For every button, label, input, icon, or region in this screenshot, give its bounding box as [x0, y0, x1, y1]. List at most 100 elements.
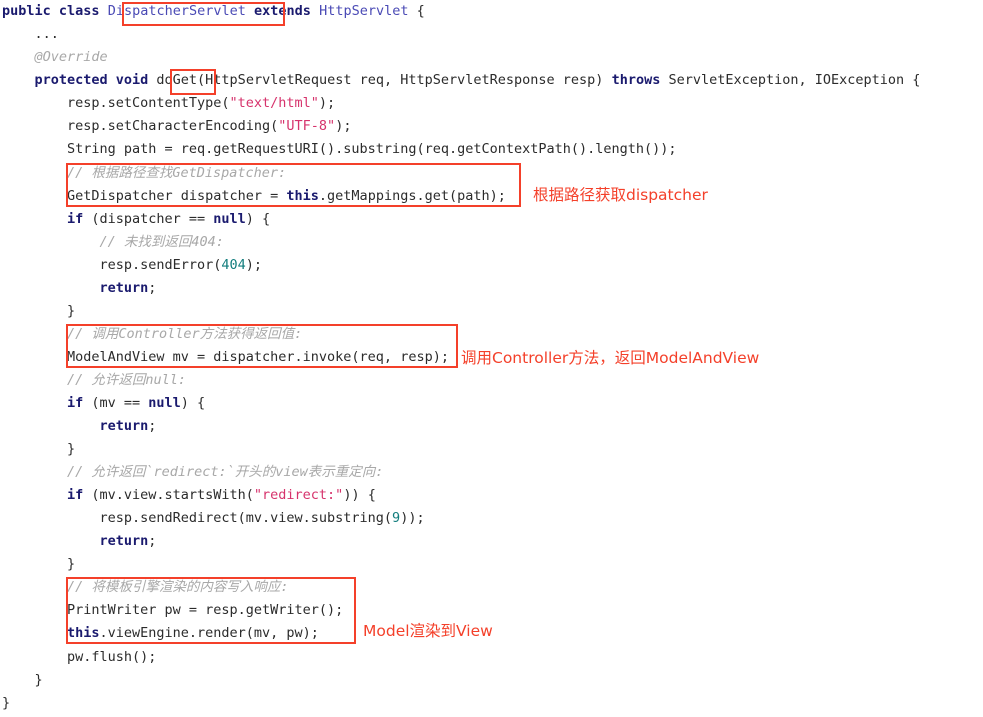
code-token-kw: null	[213, 211, 246, 227]
code-token-plain: resp.setContentType(	[66, 95, 230, 111]
code-line: String path = req.getRequestURI().substr…	[67, 142, 677, 157]
code-line: // 允许返回null:	[67, 373, 186, 388]
code-line: this.viewEngine.render(mv, pw);	[67, 626, 319, 641]
code-line: resp.sendRedirect(mv.view.substring(9));	[99, 511, 424, 526]
code-token-plain: ModelAndView mv = dispatcher.invoke(req,…	[66, 349, 449, 365]
code-token-plain: String path = req.getRequestURI().substr…	[66, 141, 677, 157]
code-token-str: "redirect:"	[253, 487, 344, 503]
code-token-cmt: // 将模板引擎渲染的内容写入响应:	[66, 579, 289, 595]
code-token-plain: }	[2, 695, 11, 711]
code-token-kw: return	[99, 533, 149, 549]
code-token-plain: .viewEngine.render(mv, pw);	[99, 625, 319, 641]
code-line: }	[67, 304, 75, 319]
code-listing: public class DispatcherServlet extends H…	[0, 0, 983, 717]
code-token-kw: throws	[611, 72, 661, 88]
code-token-plain: )) {	[343, 487, 376, 503]
code-token-plain: }	[34, 672, 43, 688]
code-token-cmt: // 根据路径查找GetDispatcher:	[66, 165, 287, 181]
code-line: resp.sendError(404);	[99, 258, 262, 273]
code-token-kw: public	[2, 3, 51, 19]
code-line: PrintWriter pw = resp.getWriter();	[67, 603, 343, 618]
code-token-plain: ) {	[180, 395, 206, 411]
code-token-kw: protected	[34, 72, 108, 88]
code-line: if (dispatcher == null) {	[67, 212, 270, 227]
code-line: return;	[99, 534, 156, 549]
annotation-call-controller: 调用Controller方法，返回ModelAndView	[461, 349, 760, 367]
code-token-plain: ));	[400, 510, 425, 526]
code-line: resp.setCharacterEncoding("UTF-8");	[67, 119, 352, 134]
code-token-plain: );	[245, 257, 263, 273]
code-token-plain: (mv ==	[83, 395, 149, 411]
code-token-num: 9	[392, 510, 401, 526]
code-token-kw: this	[66, 625, 100, 641]
code-line: resp.setContentType("text/html");	[67, 96, 335, 111]
code-line: pw.flush();	[67, 650, 156, 665]
code-token-plain: resp.setCharacterEncoding(	[66, 118, 279, 134]
code-line: }	[67, 442, 75, 457]
code-token-kw: return	[99, 418, 149, 434]
code-token-plain: }	[66, 556, 76, 572]
code-token-kw: null	[148, 395, 181, 411]
code-line: }	[2, 696, 10, 711]
code-token-cmt: // 未找到返回404:	[99, 234, 224, 250]
code-token-plain: );	[318, 95, 336, 111]
code-line: // 将模板引擎渲染的内容写入响应:	[67, 580, 289, 595]
code-token-plain: GetDispatcher dispatcher =	[66, 188, 287, 204]
code-token-plain: PrintWriter pw = resp.getWriter();	[66, 602, 344, 618]
code-token-plain: {	[408, 3, 425, 19]
code-token-plain: resp.sendRedirect(mv.view.substring(	[99, 510, 393, 526]
code-token-kw: if	[66, 487, 84, 503]
code-token-plain: }	[66, 303, 76, 319]
annotation-render-model-to-view: Model渲染到View	[363, 622, 493, 640]
code-line: return;	[99, 419, 156, 434]
annotation-get-dispatcher: 根据路径获取dispatcher	[533, 186, 708, 204]
code-token-plain: (dispatcher ==	[83, 211, 214, 227]
code-line: }	[34, 673, 42, 688]
code-token-kw: if	[66, 395, 84, 411]
code-line: // 调用Controller方法获得返回值:	[67, 327, 302, 342]
code-token-num: 404	[221, 257, 246, 273]
code-token-cmt: @Override	[34, 49, 108, 65]
code-token-kw: class	[58, 3, 100, 19]
code-token-cmt: // 允许返回`redirect:`开头的view表示重定向:	[66, 464, 384, 480]
code-token-str: "UTF-8"	[278, 118, 336, 134]
code-line: return;	[99, 281, 156, 296]
code-line: protected void doGet(HttpServletRequest …	[34, 73, 920, 88]
code-line: ...	[34, 27, 58, 42]
code-line: @Override	[34, 50, 107, 65]
code-token-plain: pw.flush();	[66, 649, 157, 665]
code-line: // 根据路径查找GetDispatcher:	[67, 166, 286, 181]
code-token-plain: doGet(HttpServletRequest req, HttpServle…	[148, 72, 612, 88]
code-token-str: "text/html"	[229, 95, 319, 111]
code-token-plain: ...	[34, 26, 59, 42]
code-token-kw: if	[66, 211, 84, 227]
code-line: ModelAndView mv = dispatcher.invoke(req,…	[67, 350, 449, 365]
code-token-kw: return	[99, 280, 149, 296]
code-line: if (mv.view.startsWith("redirect:")) {	[67, 488, 376, 503]
code-token-plain: (mv.view.startsWith(	[83, 487, 254, 503]
code-token-plain: ;	[148, 418, 157, 434]
code-line: // 允许返回`redirect:`开头的view表示重定向:	[67, 465, 383, 480]
code-token-kw: this	[286, 188, 319, 204]
code-token-cmt: // 允许返回null:	[66, 372, 186, 388]
code-line: public class DispatcherServlet extends H…	[2, 4, 425, 19]
code-token-plain: }	[66, 441, 76, 457]
code-token-kw: void	[115, 72, 149, 88]
code-token-plain: ;	[148, 533, 157, 549]
code-token-plain: resp.sendError(	[99, 257, 222, 273]
code-token-plain: ServletException, IOException {	[660, 72, 921, 88]
code-token-plain: ;	[148, 280, 157, 296]
code-line: // 未找到返回404:	[99, 235, 223, 250]
code-token-cmt: // 调用Controller方法获得返回值:	[66, 326, 303, 342]
code-token-kw: extends	[254, 3, 311, 19]
code-line: if (mv == null) {	[67, 396, 205, 411]
code-token-plain: ) {	[245, 211, 271, 227]
code-token-plain: .getMappings.get(path);	[318, 188, 506, 204]
code-token-plain: );	[335, 118, 352, 134]
code-line: GetDispatcher dispatcher = this.getMappi…	[67, 189, 506, 204]
